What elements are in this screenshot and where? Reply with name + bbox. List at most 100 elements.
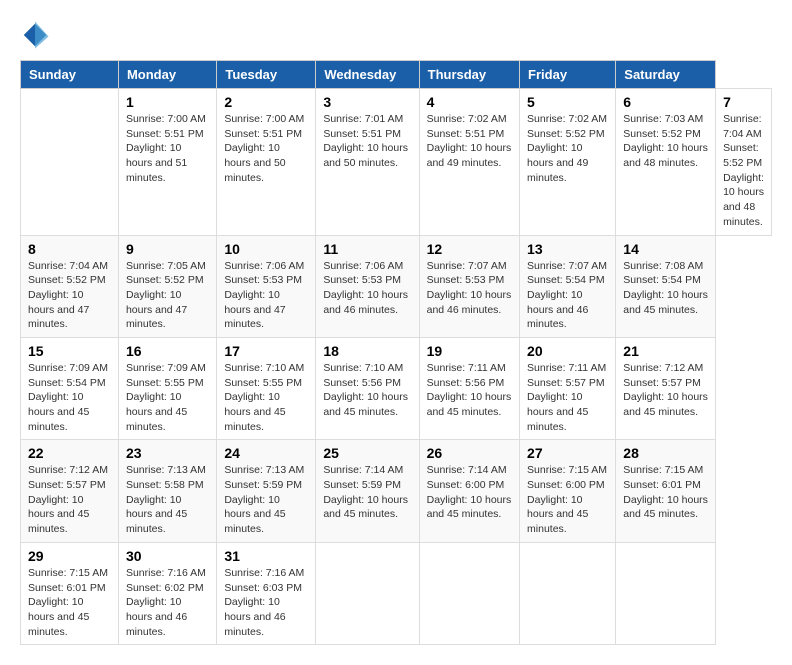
- day-number: 14: [623, 241, 708, 257]
- day-info: Sunrise: 7:13 AMSunset: 5:59 PMDaylight:…: [224, 463, 308, 536]
- day-info: Sunrise: 7:00 AMSunset: 5:51 PMDaylight:…: [224, 112, 308, 185]
- calendar-day-cell: 29 Sunrise: 7:15 AMSunset: 6:01 PMDayligh…: [21, 542, 119, 644]
- day-number: 3: [323, 94, 411, 110]
- calendar-day-cell: 25 Sunrise: 7:14 AMSunset: 5:59 PMDayligh…: [316, 440, 419, 542]
- day-number: 31: [224, 548, 308, 564]
- day-number: 28: [623, 445, 708, 461]
- day-info: Sunrise: 7:05 AMSunset: 5:52 PMDaylight:…: [126, 259, 209, 332]
- calendar-day-cell: 30 Sunrise: 7:16 AMSunset: 6:02 PMDayligh…: [118, 542, 216, 644]
- day-number: 22: [28, 445, 111, 461]
- day-number: 19: [427, 343, 512, 359]
- day-number: 29: [28, 548, 111, 564]
- day-info: Sunrise: 7:00 AMSunset: 5:51 PMDaylight:…: [126, 112, 209, 185]
- day-header-saturday: Saturday: [616, 61, 716, 89]
- day-header-wednesday: Wednesday: [316, 61, 419, 89]
- day-info: Sunrise: 7:15 AMSunset: 6:01 PMDaylight:…: [623, 463, 708, 522]
- calendar-day-cell: 7 Sunrise: 7:04 AMSunset: 5:52 PMDaylight…: [716, 89, 772, 236]
- calendar-day-cell: 24 Sunrise: 7:13 AMSunset: 5:59 PMDayligh…: [217, 440, 316, 542]
- day-number: 9: [126, 241, 209, 257]
- day-info: Sunrise: 7:12 AMSunset: 5:57 PMDaylight:…: [623, 361, 708, 420]
- day-number: 7: [723, 94, 764, 110]
- day-number: 30: [126, 548, 209, 564]
- calendar-day-cell: 3 Sunrise: 7:01 AMSunset: 5:51 PMDaylight…: [316, 89, 419, 236]
- day-info: Sunrise: 7:16 AMSunset: 6:03 PMDaylight:…: [224, 566, 308, 639]
- empty-cell: [21, 89, 119, 236]
- day-info: Sunrise: 7:09 AMSunset: 5:54 PMDaylight:…: [28, 361, 111, 434]
- calendar-day-cell: 15 Sunrise: 7:09 AMSunset: 5:54 PMDayligh…: [21, 337, 119, 439]
- day-info: Sunrise: 7:02 AMSunset: 5:52 PMDaylight:…: [527, 112, 608, 185]
- calendar-day-cell: 8Sunrise: 7:04 AMSunset: 5:52 PMDaylight…: [21, 235, 119, 337]
- day-info: Sunrise: 7:16 AMSunset: 6:02 PMDaylight:…: [126, 566, 209, 639]
- day-header-thursday: Thursday: [419, 61, 519, 89]
- calendar-day-cell: 14 Sunrise: 7:08 AMSunset: 5:54 PMDayligh…: [616, 235, 716, 337]
- calendar-day-cell: 31 Sunrise: 7:16 AMSunset: 6:03 PMDayligh…: [217, 542, 316, 644]
- day-number: 24: [224, 445, 308, 461]
- day-number: 2: [224, 94, 308, 110]
- day-number: 12: [427, 241, 512, 257]
- calendar-day-cell: 20Sunrise: 7:11 AMSunset: 5:57 PMDayligh…: [520, 337, 616, 439]
- calendar-header-row: SundayMondayTuesdayWednesdayThursdayFrid…: [21, 61, 772, 89]
- day-number: 25: [323, 445, 411, 461]
- day-info: Sunrise: 7:10 AMSunset: 5:56 PMDaylight:…: [323, 361, 411, 420]
- calendar-day-cell: [419, 542, 519, 644]
- day-info: Sunrise: 7:01 AMSunset: 5:51 PMDaylight:…: [323, 112, 411, 171]
- calendar-week-row: 29 Sunrise: 7:15 AMSunset: 6:01 PMDayligh…: [21, 542, 772, 644]
- day-number: 11: [323, 241, 411, 257]
- calendar-day-cell: 27 Sunrise: 7:15 AMSunset: 6:00 PMDayligh…: [520, 440, 616, 542]
- day-info: Sunrise: 7:02 AMSunset: 5:51 PMDaylight:…: [427, 112, 512, 171]
- day-info: Sunrise: 7:04 AMSunset: 5:52 PMDaylight:…: [723, 112, 764, 230]
- page-header: [20, 20, 772, 50]
- day-header-tuesday: Tuesday: [217, 61, 316, 89]
- day-info: Sunrise: 7:14 AMSunset: 5:59 PMDaylight:…: [323, 463, 411, 522]
- day-number: 10: [224, 241, 308, 257]
- day-number: 1: [126, 94, 209, 110]
- calendar-day-cell: 22 Sunrise: 7:12 AMSunset: 5:57 PMDayligh…: [21, 440, 119, 542]
- day-number: 27: [527, 445, 608, 461]
- calendar-day-cell: 18Sunrise: 7:10 AMSunset: 5:56 PMDayligh…: [316, 337, 419, 439]
- calendar-day-cell: 6 Sunrise: 7:03 AMSunset: 5:52 PMDaylight…: [616, 89, 716, 236]
- calendar-week-row: 8Sunrise: 7:04 AMSunset: 5:52 PMDaylight…: [21, 235, 772, 337]
- day-number: 26: [427, 445, 512, 461]
- calendar-week-row: 1 Sunrise: 7:00 AMSunset: 5:51 PMDaylight…: [21, 89, 772, 236]
- calendar-day-cell: 11Sunrise: 7:06 AMSunset: 5:53 PMDayligh…: [316, 235, 419, 337]
- day-info: Sunrise: 7:11 AMSunset: 5:56 PMDaylight:…: [427, 361, 512, 420]
- day-number: 6: [623, 94, 708, 110]
- day-info: Sunrise: 7:03 AMSunset: 5:52 PMDaylight:…: [623, 112, 708, 171]
- day-info: Sunrise: 7:07 AMSunset: 5:53 PMDaylight:…: [427, 259, 512, 318]
- day-info: Sunrise: 7:14 AMSunset: 6:00 PMDaylight:…: [427, 463, 512, 522]
- calendar-week-row: 15 Sunrise: 7:09 AMSunset: 5:54 PMDayligh…: [21, 337, 772, 439]
- day-info: Sunrise: 7:13 AMSunset: 5:58 PMDaylight:…: [126, 463, 209, 536]
- day-number: 20: [527, 343, 608, 359]
- day-info: Sunrise: 7:15 AMSunset: 6:00 PMDaylight:…: [527, 463, 608, 536]
- calendar-day-cell: 9 Sunrise: 7:05 AMSunset: 5:52 PMDaylight…: [118, 235, 216, 337]
- logo: [20, 20, 54, 50]
- calendar-day-cell: 5 Sunrise: 7:02 AMSunset: 5:52 PMDaylight…: [520, 89, 616, 236]
- calendar-day-cell: 2 Sunrise: 7:00 AMSunset: 5:51 PMDaylight…: [217, 89, 316, 236]
- calendar-day-cell: 10Sunrise: 7:06 AMSunset: 5:53 PMDayligh…: [217, 235, 316, 337]
- day-header-monday: Monday: [118, 61, 216, 89]
- calendar-table: SundayMondayTuesdayWednesdayThursdayFrid…: [20, 60, 772, 645]
- day-info: Sunrise: 7:12 AMSunset: 5:57 PMDaylight:…: [28, 463, 111, 536]
- day-info: Sunrise: 7:08 AMSunset: 5:54 PMDaylight:…: [623, 259, 708, 318]
- day-info: Sunrise: 7:07 AMSunset: 5:54 PMDaylight:…: [527, 259, 608, 332]
- day-number: 23: [126, 445, 209, 461]
- calendar-day-cell: 16 Sunrise: 7:09 AMSunset: 5:55 PMDayligh…: [118, 337, 216, 439]
- calendar-day-cell: 19 Sunrise: 7:11 AMSunset: 5:56 PMDayligh…: [419, 337, 519, 439]
- calendar-day-cell: [520, 542, 616, 644]
- day-info: Sunrise: 7:04 AMSunset: 5:52 PMDaylight:…: [28, 259, 111, 332]
- calendar-day-cell: 17Sunrise: 7:10 AMSunset: 5:55 PMDayligh…: [217, 337, 316, 439]
- day-number: 15: [28, 343, 111, 359]
- day-number: 5: [527, 94, 608, 110]
- calendar-day-cell: [616, 542, 716, 644]
- day-number: 21: [623, 343, 708, 359]
- calendar-day-cell: 28 Sunrise: 7:15 AMSunset: 6:01 PMDayligh…: [616, 440, 716, 542]
- calendar-day-cell: [316, 542, 419, 644]
- calendar-day-cell: 12 Sunrise: 7:07 AMSunset: 5:53 PMDayligh…: [419, 235, 519, 337]
- calendar-day-cell: 26 Sunrise: 7:14 AMSunset: 6:00 PMDayligh…: [419, 440, 519, 542]
- calendar-day-cell: 4 Sunrise: 7:02 AMSunset: 5:51 PMDaylight…: [419, 89, 519, 236]
- day-header-friday: Friday: [520, 61, 616, 89]
- day-number: 4: [427, 94, 512, 110]
- day-info: Sunrise: 7:15 AMSunset: 6:01 PMDaylight:…: [28, 566, 111, 639]
- day-info: Sunrise: 7:09 AMSunset: 5:55 PMDaylight:…: [126, 361, 209, 434]
- day-number: 16: [126, 343, 209, 359]
